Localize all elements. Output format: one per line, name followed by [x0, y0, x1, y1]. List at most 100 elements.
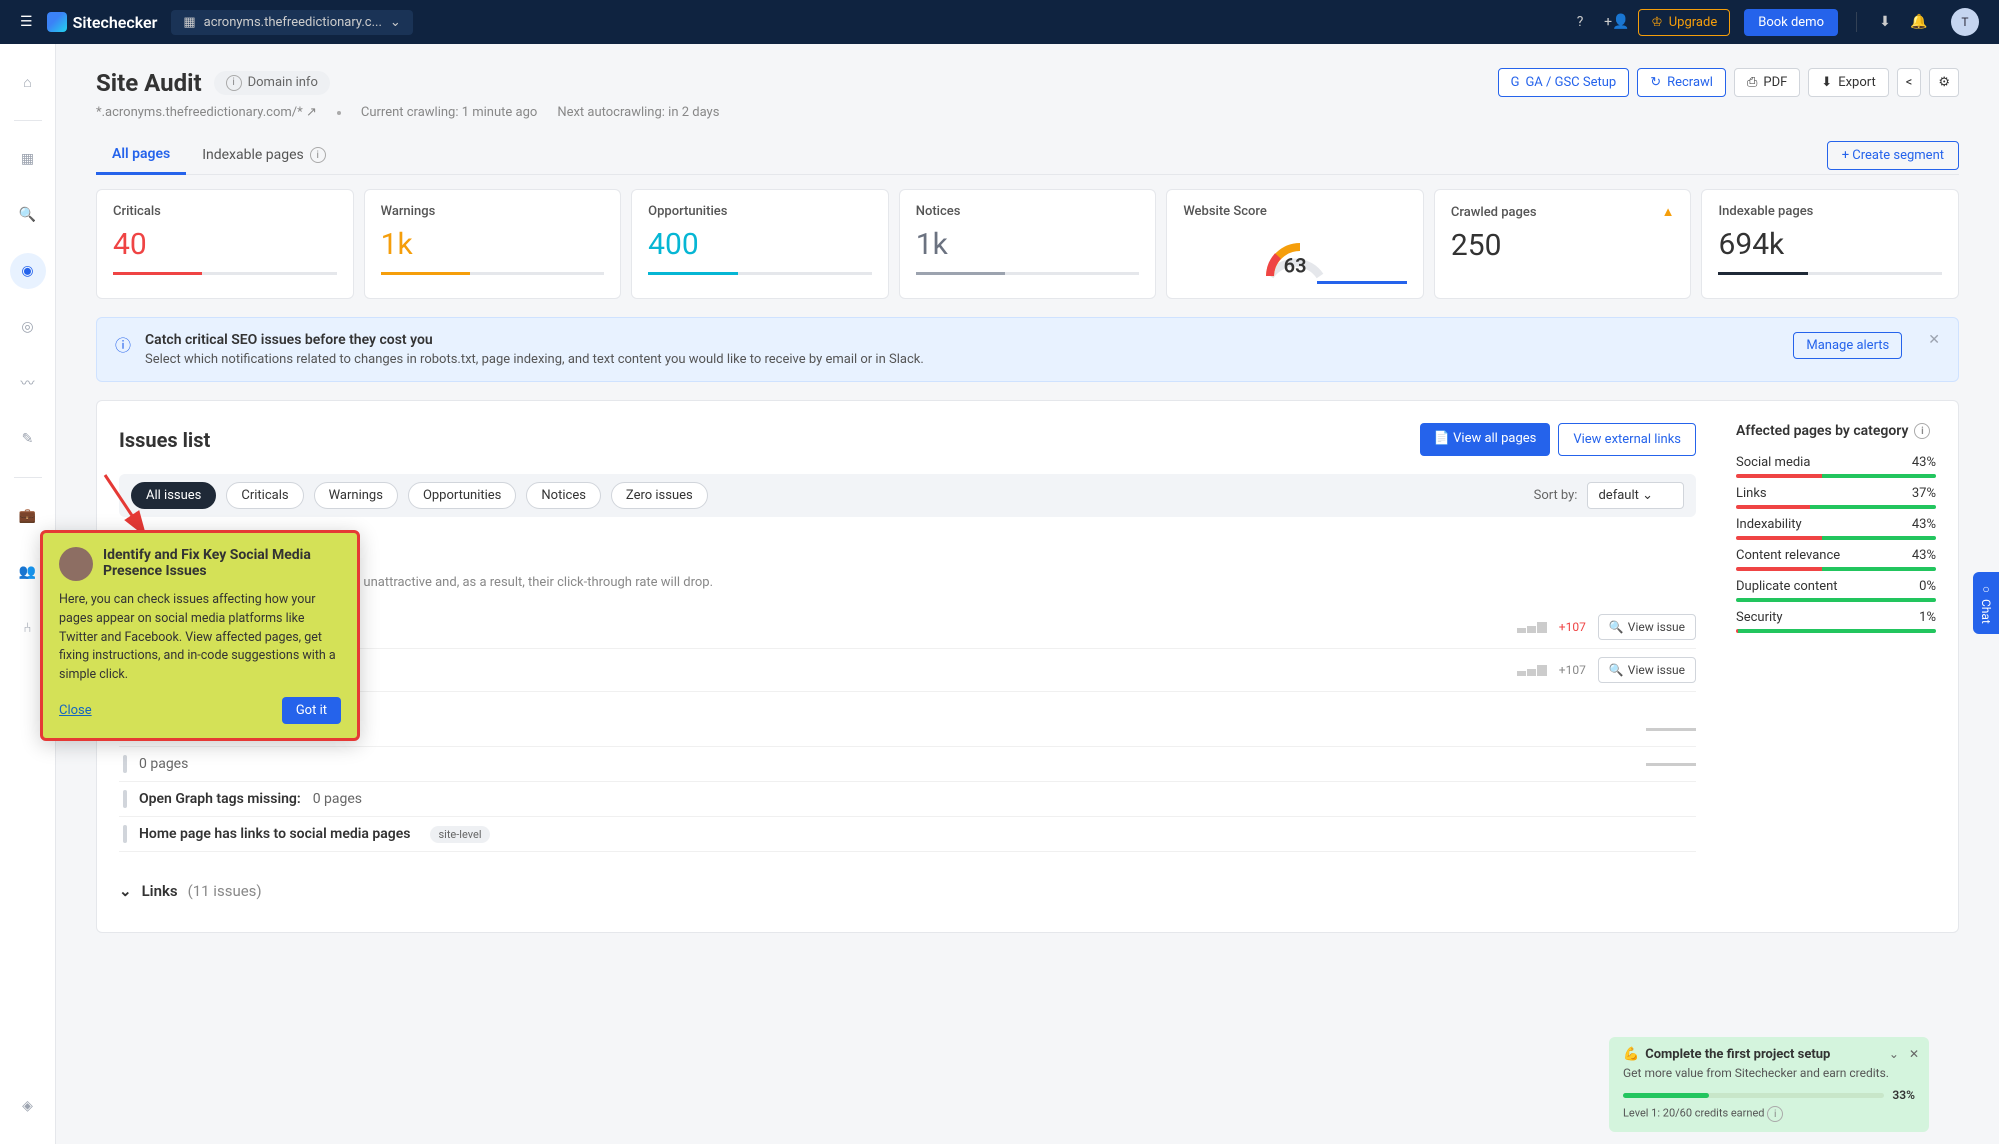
issue-pages: 0 pages [139, 756, 188, 772]
help-icon[interactable]: ? [1570, 14, 1590, 30]
domain-selector[interactable]: ▦ acronyms.thefreedictionary.c... ⌄ [171, 10, 412, 35]
filter-opportunities[interactable]: Opportunities [408, 482, 516, 509]
briefcase-icon[interactable]: 💼 [10, 498, 46, 534]
avatar[interactable]: T [1951, 8, 1979, 36]
bell-icon[interactable]: 🔔 [1909, 14, 1929, 30]
metric-bar [648, 272, 872, 275]
collapse-icon[interactable]: ⌄ [1889, 1047, 1899, 1061]
issue-row[interactable]: Home page has links to social media page… [119, 817, 1696, 852]
view-all-pages-button[interactable]: 📄 View all pages [1420, 423, 1551, 456]
tooltip-avatar [59, 547, 93, 581]
dashboard-icon[interactable]: ▦ [10, 141, 46, 177]
issue-row[interactable]: 0 pages [119, 747, 1696, 782]
dot [337, 111, 341, 115]
upgrade-label: Upgrade [1669, 15, 1717, 30]
audit-icon[interactable]: ◉ [10, 253, 46, 289]
share-button[interactable]: < [1897, 68, 1922, 97]
metric-bar [916, 272, 1140, 275]
ga-gsc-button[interactable]: GGA / GSC Setup [1498, 68, 1630, 97]
metric-criticals[interactable]: Criticals 40 [96, 189, 354, 299]
domain-icon: ▦ [183, 15, 195, 30]
mini-chart [1646, 728, 1696, 731]
pdf-button[interactable]: ⎙ PDF [1734, 68, 1800, 97]
metric-website-score[interactable]: Website Score 63 [1166, 189, 1424, 299]
group-links[interactable]: ⌄ Links (11 issues) [119, 872, 1696, 910]
close-alert-button[interactable]: ✕ [1928, 332, 1940, 348]
filter-warnings[interactable]: Warnings [314, 482, 398, 509]
gem-icon[interactable]: ◈ [10, 1088, 46, 1124]
download-icon[interactable]: ⬇ [1875, 14, 1895, 30]
metric-indexable[interactable]: Indexable pages 694k [1701, 189, 1959, 299]
logo-text: Sitechecker [73, 13, 158, 32]
issue-name: Home page has links to social media page… [139, 826, 410, 842]
upgrade-button[interactable]: ♔ Upgrade [1638, 9, 1730, 36]
category-content-relevance[interactable]: Content relevance43% [1736, 548, 1936, 571]
settings-button[interactable]: ⚙ [1929, 68, 1959, 97]
delta: +107 [1559, 620, 1586, 634]
mini-chart [1517, 664, 1547, 676]
category-duplicate-content[interactable]: Duplicate content0% [1736, 579, 1936, 602]
sort-select[interactable]: default ⌄ [1587, 482, 1684, 509]
issue-pages: 0 pages [313, 791, 362, 807]
view-external-links-button[interactable]: View external links [1558, 423, 1696, 456]
divider [1856, 12, 1857, 32]
metric-label: Indexable pages [1718, 204, 1942, 219]
filter-notices[interactable]: Notices [526, 482, 601, 509]
filter-bar: All issues Criticals Warnings Opportunit… [119, 474, 1696, 517]
domain-path[interactable]: *.acronyms.thefreedictionary.com/* ↗ [96, 105, 317, 120]
severity-dot [123, 825, 127, 843]
chat-tab[interactable]: ○ Chat [1973, 572, 1999, 634]
search-icon[interactable]: 🔍 [10, 197, 46, 233]
add-user-icon[interactable]: +👤 [1604, 14, 1624, 30]
view-issue-button[interactable]: 🔍 View issue [1598, 614, 1696, 640]
metric-crawled[interactable]: Crawled pages ▲ 250 [1434, 189, 1692, 299]
upgrade-icon: ♔ [1651, 15, 1663, 30]
book-demo-button[interactable]: Book demo [1744, 9, 1838, 36]
chart-icon[interactable]: 〰 [10, 365, 46, 401]
onboarding-tooltip: Identify and Fix Key Social Media Presen… [40, 530, 360, 741]
recrawl-button[interactable]: ↻ Recrawl [1637, 68, 1726, 97]
filter-criticals[interactable]: Criticals [226, 482, 303, 509]
manage-alerts-button[interactable]: Manage alerts [1793, 332, 1902, 359]
tooltip-gotit-button[interactable]: Got it [282, 697, 341, 724]
mini-chart [1646, 763, 1696, 766]
home-icon[interactable]: ⌂ [10, 64, 46, 100]
metric-value: 250 [1451, 228, 1675, 263]
tab-all-pages[interactable]: All pages [96, 136, 186, 175]
category-security[interactable]: Security1% [1736, 610, 1936, 633]
export-label: Export [1838, 75, 1876, 90]
metric-notices[interactable]: Notices 1k [899, 189, 1157, 299]
metric-opportunities[interactable]: Opportunities 400 [631, 189, 889, 299]
tooltip-close-button[interactable]: Close [59, 703, 92, 718]
tab-indexable[interactable]: Indexable pages i [186, 137, 342, 173]
affected-title: Affected pages by category i [1736, 423, 1936, 439]
metric-label: Criticals [113, 204, 337, 219]
info-icon[interactable]: i [1914, 423, 1930, 439]
category-social-media[interactable]: Social media43% [1736, 455, 1936, 478]
setup-toast: ⌄ ✕ 💪 Complete the first project setup G… [1609, 1037, 1929, 1132]
metric-warnings[interactable]: Warnings 1k [364, 189, 622, 299]
domain-info-button[interactable]: i Domain info [214, 71, 330, 95]
target-icon[interactable]: ◎ [10, 309, 46, 345]
logo[interactable]: Sitechecker [47, 12, 158, 32]
severity-dot [123, 790, 127, 808]
view-issue-button[interactable]: 🔍 View issue [1598, 657, 1696, 683]
tooltip-body: Here, you can check issues affecting how… [59, 591, 341, 685]
mini-chart [1517, 621, 1547, 633]
category-indexability[interactable]: Indexability43% [1736, 517, 1936, 540]
close-icon[interactable]: ✕ [1909, 1047, 1919, 1061]
category-links[interactable]: Links37% [1736, 486, 1936, 509]
export-button[interactable]: ⬇ Export [1808, 68, 1888, 97]
toast-pct: 33% [1892, 1088, 1915, 1102]
wand-icon[interactable]: ✎ [10, 421, 46, 457]
create-segment-button[interactable]: + Create segment [1827, 141, 1959, 170]
delta: +107 [1559, 663, 1586, 677]
logo-icon [47, 12, 67, 32]
filter-zero-issues[interactable]: Zero issues [611, 482, 708, 509]
progress-bar [1623, 1093, 1709, 1098]
metric-value: 400 [648, 227, 872, 262]
hamburger-menu[interactable]: ☰ [20, 14, 33, 30]
alert-desc: Select which notifications related to ch… [145, 352, 1779, 367]
metric-label: Crawled pages ▲ [1451, 204, 1675, 220]
issue-row[interactable]: Open Graph tags missing: 0 pages [119, 782, 1696, 817]
